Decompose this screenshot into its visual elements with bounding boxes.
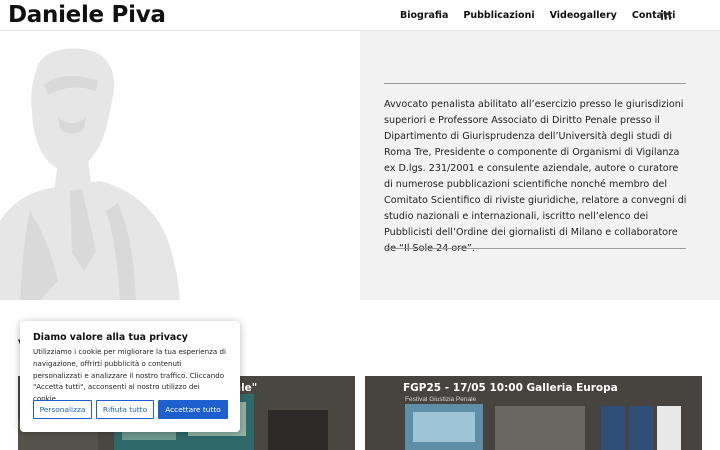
accept-all-button[interactable]: Accettare tutto xyxy=(158,400,228,419)
nav-videogallery[interactable]: Videogallery xyxy=(550,10,617,21)
cookie-title: Diamo valore alla tua privacy xyxy=(33,332,188,343)
video-subtitle: Festival Giustizia Penale xyxy=(405,396,477,403)
bio-top-divider xyxy=(384,83,686,84)
video-card[interactable]: FGP25 - 17/05 10:00 Galleria Europa Fest… xyxy=(365,376,702,450)
bio-text: Avvocato penalista abilitato all’eserciz… xyxy=(384,99,687,254)
bio-bottom-divider xyxy=(384,248,686,249)
bio-panel: Avvocato penalista abilitato all’eserciz… xyxy=(360,31,720,300)
cookie-text: Utilizziamo i cookie per migliorare la t… xyxy=(33,347,226,404)
site-logo[interactable]: Daniele Piva xyxy=(8,0,166,30)
cookie-actions: Personalizza Rifiuta tutto Accettare tut… xyxy=(33,400,228,419)
cookie-banner: Diamo valore alla tua privacy Utilizziam… xyxy=(20,321,240,432)
site-header: Daniele Piva Biografia Pubblicazioni Vid… xyxy=(0,0,720,31)
nav-pubblicazioni[interactable]: Pubblicazioni xyxy=(463,10,534,21)
hero-portrait xyxy=(0,31,360,300)
video-title: FGP25 - 17/05 10:00 Galleria Europa xyxy=(403,382,618,394)
linkedin-icon[interactable] xyxy=(660,9,672,21)
nav-biografia[interactable]: Biografia xyxy=(400,10,448,21)
main-nav: Biografia Pubblicazioni Videogallery Con… xyxy=(400,0,675,31)
customize-button[interactable]: Personalizza xyxy=(33,400,92,419)
portrait-silhouette-image xyxy=(0,48,180,300)
reject-all-button[interactable]: Rifiuta tutto xyxy=(96,400,154,419)
